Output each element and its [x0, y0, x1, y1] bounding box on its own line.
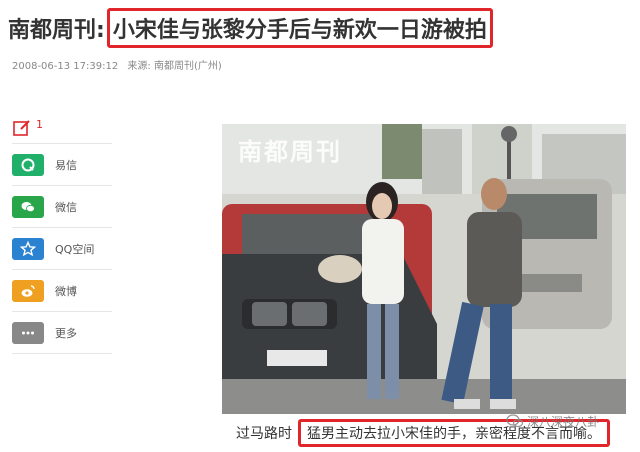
wechat-icon[interactable]: [12, 195, 44, 218]
headline-title: 小宋佳与张黎分手后与新欢一日游被拍: [112, 18, 487, 43]
article-source: 来源: 南都周刊(广州): [127, 61, 222, 72]
photo-watermark: 南都周刊: [238, 138, 342, 166]
edit-row[interactable]: 1: [12, 112, 112, 144]
share-yixin-label: 易信: [55, 158, 77, 172]
weibo-icon[interactable]: [12, 279, 44, 302]
brand-watermark: 深八深夜八卦: [506, 412, 599, 430]
more-icon[interactable]: [12, 321, 44, 344]
caption-lead: 过马路时: [236, 426, 292, 442]
street-scene-illustration: [222, 124, 626, 414]
share-more[interactable]: 更多: [12, 312, 112, 354]
share-wechat-label: 微信: [55, 200, 77, 214]
share-weibo-label: 微博: [55, 284, 77, 298]
share-more-label: 更多: [55, 326, 77, 340]
article-photo: 南都周刊: [222, 124, 626, 414]
headline-source-prefix: 南都周刊:: [8, 18, 105, 43]
share-weibo[interactable]: 微博: [12, 270, 112, 312]
yixin-icon[interactable]: [12, 153, 44, 176]
share-wechat[interactable]: 微信: [12, 186, 112, 228]
qzone-icon[interactable]: [12, 237, 44, 260]
share-qzone[interactable]: QQ空间: [12, 228, 112, 270]
headline-highlight-box: 小宋佳与张黎分手后与新欢一日游被拍: [106, 8, 493, 48]
wechat-brand-icon: [506, 414, 524, 428]
edit-count: 1: [36, 118, 43, 131]
edit-icon[interactable]: [12, 118, 32, 138]
publish-datetime: 2008-06-13 17:39:12: [12, 61, 119, 72]
headline: 南都周刊: 小宋佳与张黎分手后与新欢一日游被拍: [8, 8, 493, 48]
share-qzone-label: QQ空间: [55, 242, 95, 256]
share-yixin[interactable]: 易信: [12, 144, 112, 186]
article-meta: 2008-06-13 17:39:12 来源: 南都周刊(广州): [12, 57, 222, 72]
share-sidebar: 1 易信 微信 QQ空间 微博 更多: [12, 112, 112, 354]
brand-text: 深八深夜八卦: [527, 414, 600, 429]
